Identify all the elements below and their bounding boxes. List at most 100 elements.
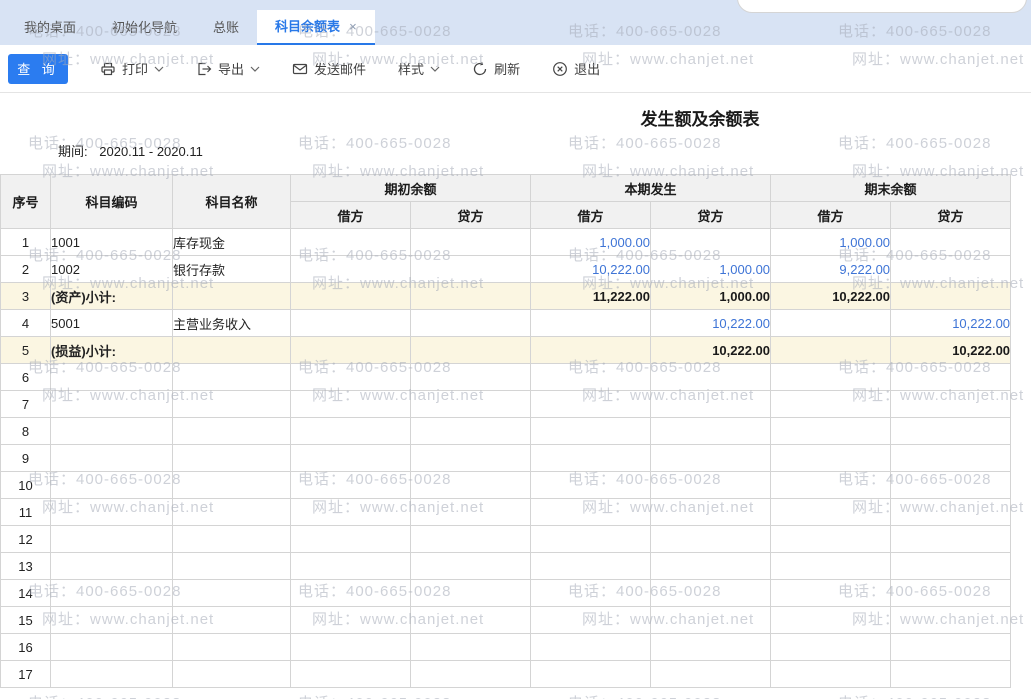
cell-name[interactable]: [173, 607, 291, 634]
cell-cur-debit[interactable]: 1,000.00: [531, 229, 651, 256]
table-row[interactable]: 10: [1, 472, 1011, 499]
cell-open-debit[interactable]: [291, 526, 411, 553]
print-button[interactable]: 打印: [100, 59, 164, 78]
cell-name[interactable]: [173, 580, 291, 607]
cell-seq[interactable]: 16: [1, 634, 51, 661]
cell-cur-credit[interactable]: [651, 472, 771, 499]
cell-cur-credit[interactable]: [651, 553, 771, 580]
cell-open-credit[interactable]: [411, 364, 531, 391]
cell-open-credit[interactable]: [411, 607, 531, 634]
cell-open-debit[interactable]: [291, 256, 411, 283]
cell-end-debit[interactable]: [771, 445, 891, 472]
cell-end-debit[interactable]: [771, 337, 891, 364]
cell-seq[interactable]: 9: [1, 445, 51, 472]
cell-seq[interactable]: 14: [1, 580, 51, 607]
exit-button[interactable]: 退出: [552, 59, 600, 78]
cell-open-debit[interactable]: [291, 337, 411, 364]
cell-name[interactable]: [173, 553, 291, 580]
cell-open-debit[interactable]: [291, 580, 411, 607]
cell-name[interactable]: [173, 499, 291, 526]
tab-account-balance[interactable]: 科目余额表 ×: [257, 10, 375, 45]
cell-name[interactable]: [173, 661, 291, 688]
table-row[interactable]: 6: [1, 364, 1011, 391]
cell-seq[interactable]: 11: [1, 499, 51, 526]
cell-end-debit[interactable]: [771, 418, 891, 445]
cell-open-credit[interactable]: [411, 310, 531, 337]
query-button[interactable]: 查 询: [8, 54, 68, 84]
table-row[interactable]: 17: [1, 661, 1011, 688]
cell-seq[interactable]: 3: [1, 283, 51, 310]
cell-cur-credit[interactable]: [651, 580, 771, 607]
cell-end-debit[interactable]: [771, 310, 891, 337]
cell-code[interactable]: [51, 472, 173, 499]
cell-cur-credit[interactable]: [651, 418, 771, 445]
cell-end-debit[interactable]: [771, 580, 891, 607]
cell-cur-debit[interactable]: [531, 661, 651, 688]
send-email-button[interactable]: 发送邮件: [292, 59, 366, 78]
cell-cur-debit[interactable]: [531, 634, 651, 661]
cell-name[interactable]: 库存现金: [173, 229, 291, 256]
cell-open-debit[interactable]: [291, 418, 411, 445]
cell-open-credit[interactable]: [411, 337, 531, 364]
table-row[interactable]: 8: [1, 418, 1011, 445]
cell-open-credit[interactable]: [411, 553, 531, 580]
cell-open-credit[interactable]: [411, 229, 531, 256]
style-button[interactable]: 样式: [398, 59, 440, 78]
cell-end-debit[interactable]: [771, 634, 891, 661]
cell-end-debit[interactable]: [771, 553, 891, 580]
cell-name[interactable]: [173, 337, 291, 364]
cell-open-credit[interactable]: [411, 661, 531, 688]
cell-seq[interactable]: 13: [1, 553, 51, 580]
cell-name[interactable]: [173, 364, 291, 391]
table-row[interactable]: 7: [1, 391, 1011, 418]
cell-end-debit[interactable]: [771, 472, 891, 499]
cell-open-credit[interactable]: [411, 256, 531, 283]
cell-cur-debit[interactable]: [531, 499, 651, 526]
cell-code[interactable]: [51, 526, 173, 553]
cell-end-debit[interactable]: [771, 661, 891, 688]
cell-seq[interactable]: 4: [1, 310, 51, 337]
cell-code[interactable]: (资产)小计:: [51, 283, 173, 310]
cell-open-credit[interactable]: [411, 499, 531, 526]
cell-cur-debit[interactable]: [531, 607, 651, 634]
cell-code[interactable]: 1001: [51, 229, 173, 256]
cell-end-debit[interactable]: [771, 391, 891, 418]
cell-end-credit[interactable]: [891, 391, 1011, 418]
cell-seq[interactable]: 12: [1, 526, 51, 553]
cell-open-credit[interactable]: [411, 391, 531, 418]
cell-end-credit[interactable]: [891, 553, 1011, 580]
cell-end-credit[interactable]: [891, 229, 1011, 256]
cell-open-debit[interactable]: [291, 445, 411, 472]
tab-my-desktop[interactable]: 我的桌面: [6, 10, 94, 45]
cell-cur-debit[interactable]: [531, 391, 651, 418]
cell-end-credit[interactable]: [891, 364, 1011, 391]
cell-open-credit[interactable]: [411, 472, 531, 499]
cell-end-credit[interactable]: [891, 499, 1011, 526]
cell-end-credit[interactable]: [891, 580, 1011, 607]
cell-seq[interactable]: 1: [1, 229, 51, 256]
cell-seq[interactable]: 5: [1, 337, 51, 364]
cell-open-debit[interactable]: [291, 499, 411, 526]
cell-name[interactable]: [173, 445, 291, 472]
cell-open-debit[interactable]: [291, 364, 411, 391]
cell-end-debit[interactable]: 10,222.00: [771, 283, 891, 310]
close-icon[interactable]: ×: [349, 10, 357, 43]
cell-seq[interactable]: 2: [1, 256, 51, 283]
table-row[interactable]: 11001库存现金 1,000.00 1,000.00: [1, 229, 1011, 256]
cell-cur-debit[interactable]: [531, 337, 651, 364]
cell-cur-credit[interactable]: [651, 634, 771, 661]
cell-cur-debit[interactable]: [531, 526, 651, 553]
cell-end-credit[interactable]: [891, 634, 1011, 661]
cell-code[interactable]: [51, 607, 173, 634]
cell-open-debit[interactable]: [291, 310, 411, 337]
cell-end-debit[interactable]: 1,000.00: [771, 229, 891, 256]
cell-code[interactable]: [51, 364, 173, 391]
table-row[interactable]: 14: [1, 580, 1011, 607]
cell-cur-credit[interactable]: 10,222.00: [651, 337, 771, 364]
cell-code[interactable]: (损益)小计:: [51, 337, 173, 364]
cell-cur-credit[interactable]: 1,000.00: [651, 256, 771, 283]
cell-cur-debit[interactable]: [531, 310, 651, 337]
cell-end-credit[interactable]: [891, 526, 1011, 553]
cell-open-debit[interactable]: [291, 607, 411, 634]
table-row[interactable]: 16: [1, 634, 1011, 661]
